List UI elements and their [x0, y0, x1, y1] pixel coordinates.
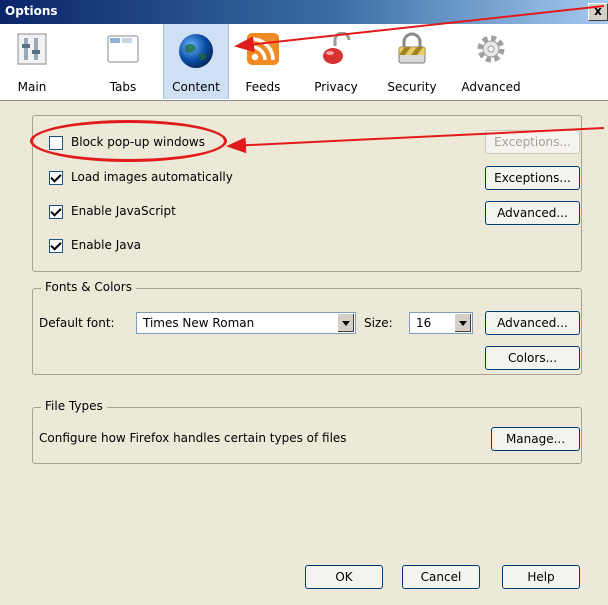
arrow-to-content-tab	[234, 5, 605, 53]
arrow-to-block-popups	[226, 127, 605, 154]
annotation-arrows	[226, 5, 605, 154]
